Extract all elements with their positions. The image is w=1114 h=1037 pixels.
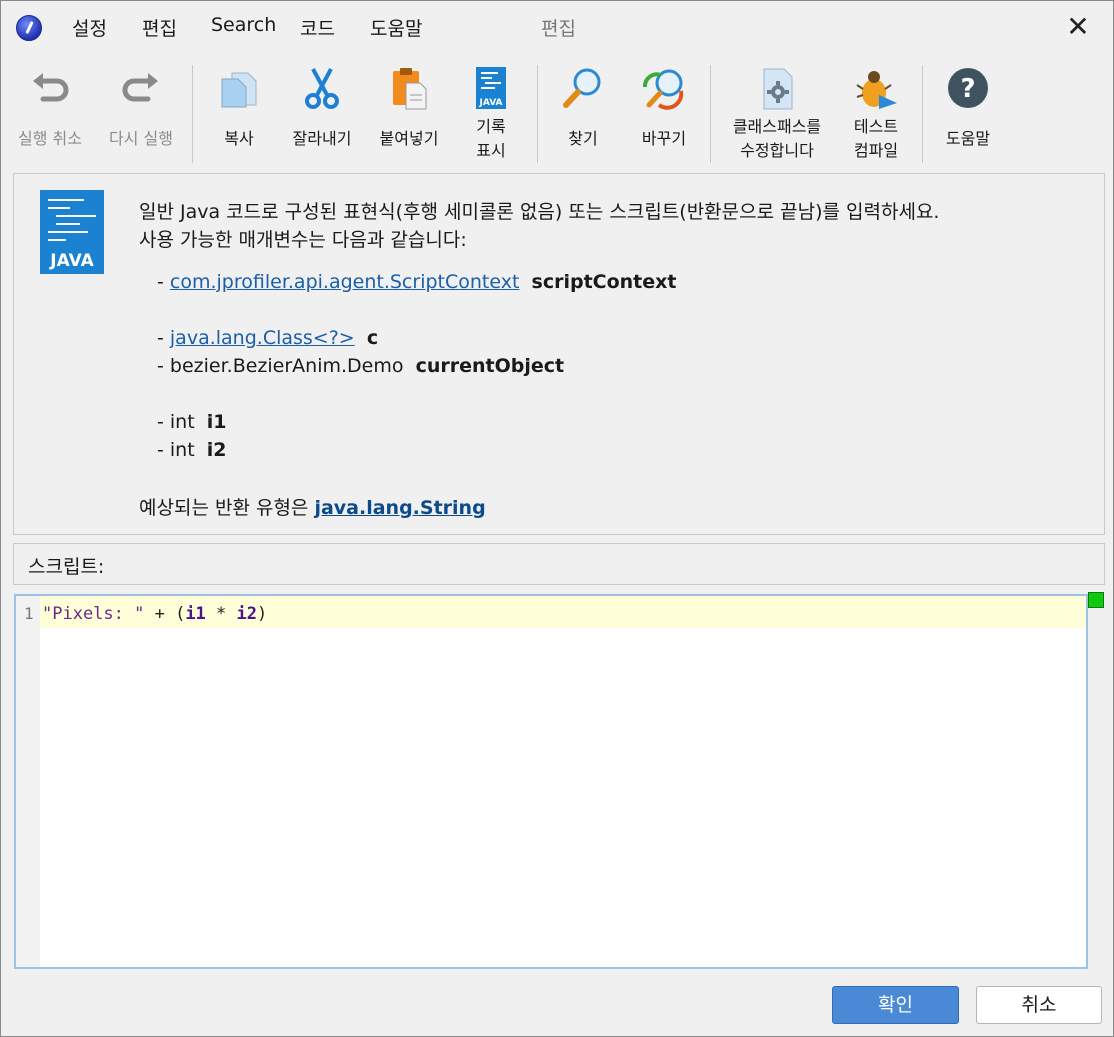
replace-label: 바꾸기: [641, 129, 687, 148]
param-type-link[interactable]: com.jprofiler.api.agent.ScriptContext: [170, 271, 520, 293]
param-type: int: [169, 439, 195, 461]
return-type-link[interactable]: java.lang.String: [314, 497, 485, 519]
param-name: i1: [206, 411, 227, 433]
param-row: - int i1: [157, 411, 227, 433]
toolbar-separator: [192, 65, 193, 163]
app-icon: [16, 15, 42, 41]
classpath-label-line1: 클래스패스를: [732, 117, 822, 136]
code-operator: + (: [144, 604, 186, 624]
code-string-literal: "Pixels: ": [42, 604, 145, 624]
classpath-gear-icon: [763, 68, 793, 110]
find-label: 찾기: [568, 129, 598, 148]
menu-edit[interactable]: 편집: [142, 14, 177, 41]
paste-button[interactable]: 붙여넣기: [371, 57, 447, 169]
param-name: i2: [206, 439, 227, 461]
replace-button[interactable]: 바꾸기: [629, 57, 699, 169]
java-logo-icon: JAVA: [40, 190, 104, 274]
compile-label: 테스트 컴파일: [841, 115, 911, 163]
classpath-label-line2: 수정합니다: [740, 141, 814, 160]
return-prefix: 예상되는 반환 유형은: [139, 497, 309, 519]
menu-search[interactable]: Search: [211, 14, 276, 36]
info-description: 일반 Java 코드로 구성된 표현식(후행 세미콜론 없음) 또는 스크립트(…: [139, 198, 939, 254]
code-line: "Pixels: " + (i1 * i2): [42, 604, 267, 624]
menu-settings[interactable]: 설정: [72, 14, 107, 41]
svg-text:?: ?: [960, 74, 975, 104]
help-icon: ?: [948, 68, 988, 108]
param-type: bezier.BezierAnim.Demo: [169, 355, 404, 377]
param-row: - com.jprofiler.api.agent.ScriptContext …: [157, 271, 677, 293]
redo-button[interactable]: 다시 실행: [97, 57, 185, 169]
edit-classpath-button[interactable]: 클래스패스를 수정합니다: [719, 57, 835, 169]
menu-help[interactable]: 도움말: [370, 14, 422, 41]
code-operator: *: [205, 604, 237, 624]
code-variable: i1: [185, 604, 206, 624]
script-label: 스크립트:: [28, 556, 105, 578]
param-type-link[interactable]: java.lang.Class<?>: [170, 327, 355, 349]
redo-icon: [122, 73, 158, 102]
find-button[interactable]: 찾기: [553, 57, 613, 169]
copy-label: 복사: [224, 129, 254, 148]
classpath-label: 클래스패스를 수정합니다: [719, 115, 835, 163]
window-title: 편집: [541, 18, 576, 40]
history-label-line2: 표시: [476, 141, 506, 160]
java-logo-text: JAVA: [49, 251, 94, 271]
toolbar-separator: [537, 65, 538, 163]
param-row: - java.lang.Class<?> c: [157, 327, 379, 349]
test-compile-button[interactable]: 테스트 컴파일: [841, 57, 911, 169]
ok-button[interactable]: 확인: [832, 986, 959, 1024]
toolbar: 실행 취소 다시 실행 복사 잘라내기 붙여넣기 JAVA 기록 표시 찾기 바…: [1, 57, 1113, 169]
toolbar-separator: [710, 65, 711, 163]
cut-label: 잘라내기: [292, 129, 352, 148]
return-type-line: 예상되는 반환 유형은 java.lang.String: [139, 493, 486, 520]
close-icon: ✕: [1066, 10, 1090, 43]
scissors-icon: [305, 68, 339, 109]
cancel-button[interactable]: 취소: [976, 986, 1102, 1024]
history-label: 기록 표시: [461, 115, 521, 163]
close-button[interactable]: ✕: [1063, 12, 1093, 42]
toolbar-separator: [922, 65, 923, 163]
info-panel: JAVA 일반 Java 코드로 구성된 표현식(후행 세미콜론 없음) 또는 …: [13, 173, 1105, 535]
code-editor[interactable]: 1 "Pixels: " + (i1 * i2): [14, 594, 1088, 969]
param-row: - bezier.BezierAnim.Demo currentObject: [157, 355, 565, 377]
info-line1: 일반 Java 코드로 구성된 표현식(후행 세미콜론 없음) 또는 스크립트(…: [139, 201, 940, 223]
copy-icon: [221, 72, 257, 108]
cut-button[interactable]: 잘라내기: [284, 57, 360, 169]
java-file-text: JAVA: [478, 98, 502, 108]
compile-label-line2: 컴파일: [853, 141, 899, 160]
compile-status-indicator: [1088, 592, 1104, 608]
undo-button[interactable]: 실행 취소: [7, 57, 93, 169]
java-file-icon: JAVA: [476, 67, 506, 109]
clipboard-icon: [393, 68, 427, 110]
param-name: scriptContext: [531, 271, 677, 293]
param-name: c: [366, 327, 379, 349]
code-variable: i2: [236, 604, 257, 624]
compile-label-line1: 테스트: [853, 117, 899, 136]
magnifier-icon: [563, 68, 601, 108]
replace-icon: [643, 69, 684, 110]
param-name: currentObject: [415, 355, 565, 377]
script-label-panel: 스크립트:: [13, 543, 1105, 585]
history-label-line1: 기록: [476, 117, 506, 136]
code-operator: ): [257, 604, 268, 624]
param-type: int: [169, 411, 195, 433]
undo-icon: [33, 73, 69, 102]
title-bar: 설정 편집 Search 코드 도움말 편집 ✕: [1, 1, 1113, 55]
help-button[interactable]: ? 도움말: [935, 57, 1001, 169]
param-row: - int i2: [157, 439, 227, 461]
bug-icon: [856, 71, 897, 109]
undo-label: 실행 취소: [18, 129, 82, 148]
line-number: 1: [24, 604, 34, 623]
help-label: 도움말: [945, 129, 991, 148]
paste-label: 붙여넣기: [379, 129, 439, 148]
copy-button[interactable]: 복사: [206, 57, 272, 169]
menu-code[interactable]: 코드: [300, 14, 335, 41]
script-editor-dialog: 설정 편집 Search 코드 도움말 편집 ✕ 실행 취소 다시 실행 복사 …: [0, 0, 1114, 1037]
line-gutter: [16, 596, 40, 967]
info-line2: 사용 가능한 매개변수는 다음과 같습니다:: [139, 229, 467, 251]
redo-label: 다시 실행: [109, 129, 173, 148]
show-history-button[interactable]: JAVA 기록 표시: [461, 57, 521, 169]
